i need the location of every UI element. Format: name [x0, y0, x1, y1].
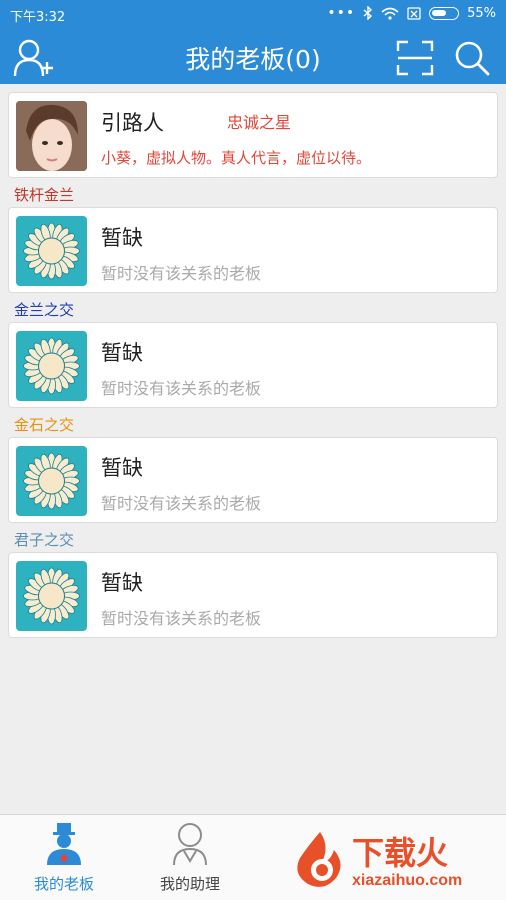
guide-name: 引路人: [101, 111, 164, 135]
search-icon: [455, 41, 490, 76]
status-bar: 下午3:32 ••• 55%: [0, 0, 506, 30]
sim-icon: [407, 6, 421, 20]
boss-name: 暂缺: [101, 571, 143, 595]
boss-name: 暂缺: [101, 226, 143, 250]
section-label-tiegan: 铁杆金兰: [14, 186, 75, 204]
sunflower-avatar-icon: [16, 331, 87, 401]
boss-subtitle: 暂时没有该关系的老板: [101, 609, 262, 628]
guide-avatar: [16, 101, 87, 171]
section-label-junzi: 君子之交: [14, 531, 75, 549]
boss-card[interactable]: 暂缺 暂时没有该关系的老板: [8, 437, 498, 523]
guide-description: 小葵，虚拟人物。真人代言，虚位以待。: [101, 149, 372, 167]
watermark-url: xiazaihuo.com: [352, 872, 462, 889]
boss-icon: [47, 823, 81, 865]
battery-icon: [429, 6, 460, 20]
more-dots-icon: •••: [327, 5, 356, 21]
guide-card[interactable]: 引路人 忠诚之星 小葵，虚拟人物。真人代言，虚位以待。: [8, 92, 498, 178]
section-label-jinshi: 金石之交: [14, 416, 75, 434]
sunflower-avatar-icon: [16, 216, 87, 286]
boss-subtitle: 暂时没有该关系的老板: [101, 379, 262, 398]
section-label-jinlan: 金兰之交: [14, 301, 75, 319]
search-button[interactable]: [450, 36, 494, 80]
system-icons: ••• 55%: [327, 5, 496, 21]
watermark-logo: 下载火 xiazaihuo.com: [290, 828, 500, 890]
wifi-icon: [381, 7, 399, 20]
sunflower-avatar-icon: [16, 561, 87, 631]
tab-my-boss[interactable]: 我的老板: [4, 821, 124, 894]
boss-subtitle: 暂时没有该关系的老板: [101, 264, 262, 283]
boss-subtitle: 暂时没有该关系的老板: [101, 494, 262, 513]
boss-card[interactable]: 暂缺 暂时没有该关系的老板: [8, 552, 498, 638]
sunflower-avatar-icon: [16, 446, 87, 516]
app-bar: 我的老板(0): [0, 30, 506, 84]
watermark-title: 下载火: [352, 835, 448, 871]
assistant-icon: [173, 823, 207, 866]
boss-name: 暂缺: [101, 341, 143, 365]
battery-percent: 55%: [467, 5, 496, 21]
guide-badge: 忠诚之星: [227, 113, 292, 132]
scan-button[interactable]: [393, 36, 437, 80]
tab-label: 我的老板: [33, 875, 94, 893]
boss-name: 暂缺: [101, 456, 143, 480]
boss-card[interactable]: 暂缺 暂时没有该关系的老板: [8, 322, 498, 408]
scan-icon: [396, 40, 434, 76]
tab-label: 我的助理: [159, 875, 220, 893]
status-time: 下午3:32: [10, 10, 66, 25]
tab-my-assistant[interactable]: 我的助理: [130, 821, 250, 894]
bottom-tab-bar: 我的老板 我的助理 下载火 xiazaihuo.com: [0, 814, 506, 900]
bluetooth-icon: [363, 6, 373, 20]
boss-card[interactable]: 暂缺 暂时没有该关系的老板: [8, 207, 498, 293]
